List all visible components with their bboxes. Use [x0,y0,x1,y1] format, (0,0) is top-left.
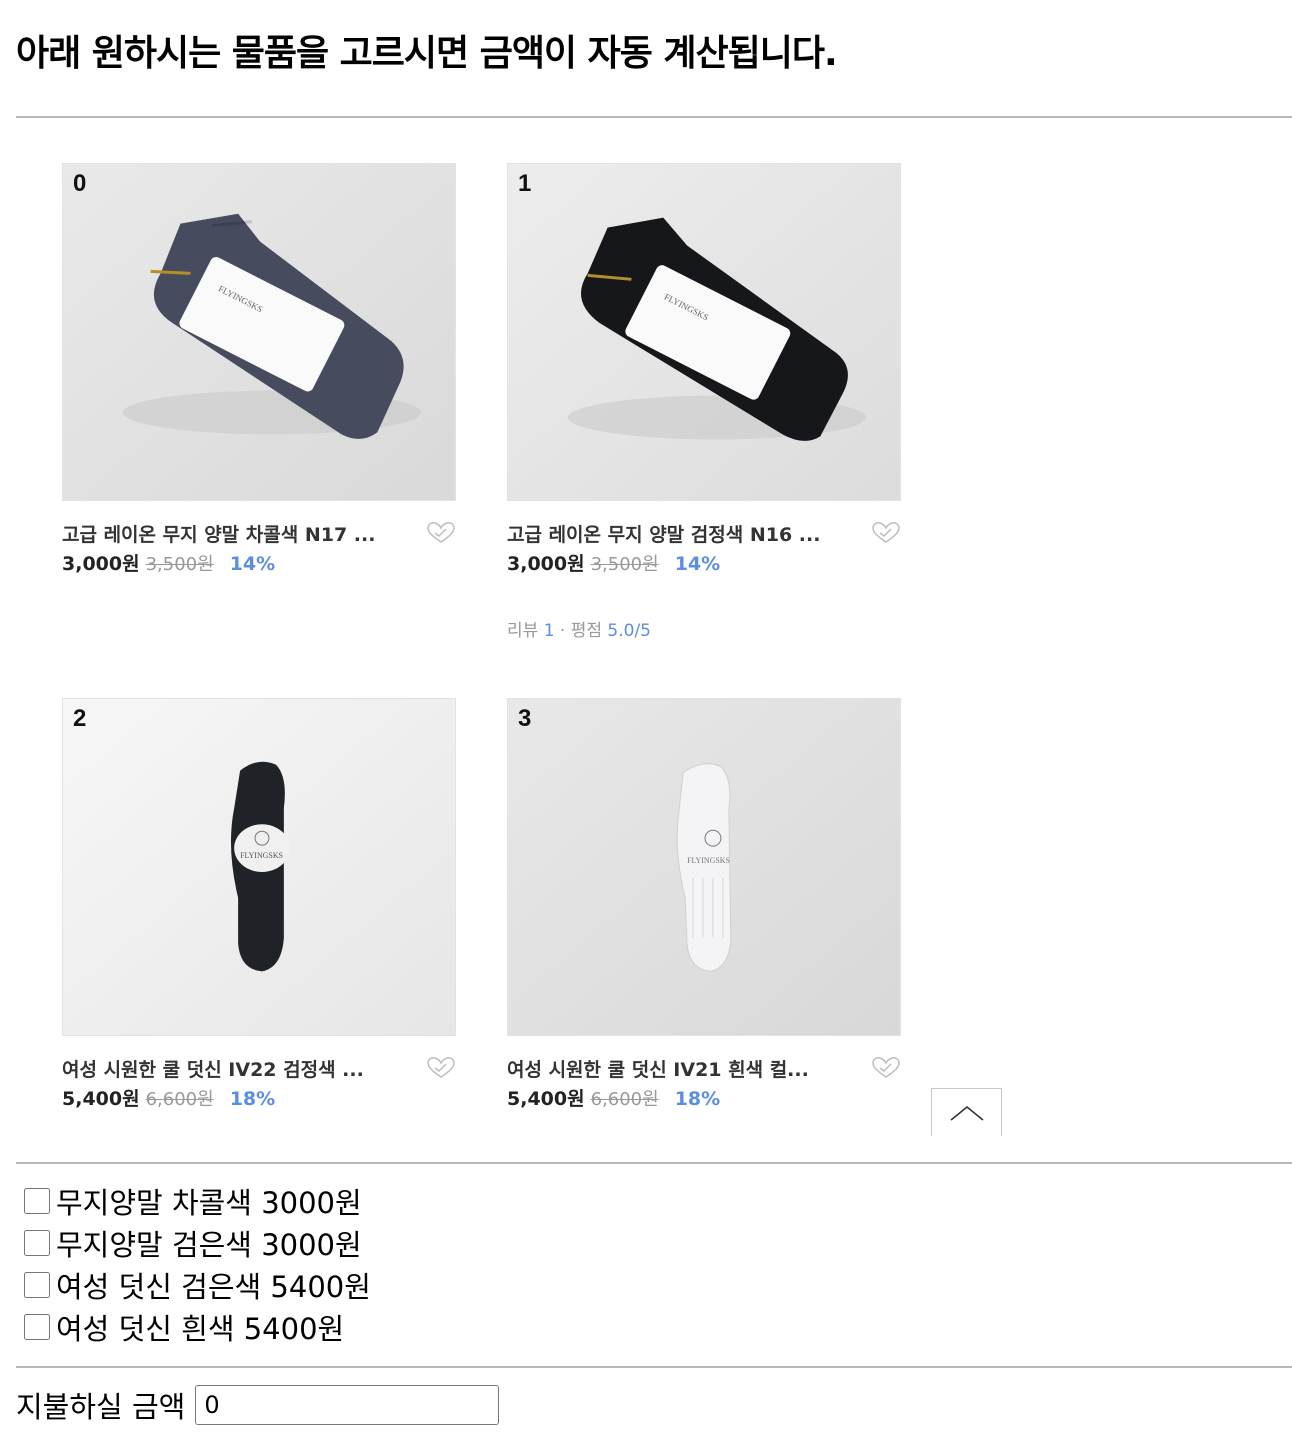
option-item[interactable]: 여성 덧신 흰색 5400원 [22,1306,371,1348]
page-title: 아래 원하시는 물품을 고르시면 금액이 자동 계산됩니다. [16,33,838,74]
product-image[interactable]: FLYINGSKS 3 [507,698,901,1036]
product-image[interactable]: FLYINGSKS 2 [62,698,456,1036]
divider [16,116,1292,118]
product-name[interactable]: 고급 레이온 무지 양말 검정색 N16 ... [507,520,857,547]
product-price: 3,000원 [62,553,140,575]
option-label: 무지양말 검은색 3000원 [56,1228,362,1262]
product-card[interactable]: FLYINGSKS 2 여성 시원한 쿨 덧신 IV22 검정색 ... 5,4… [62,698,456,1111]
heart-icon[interactable] [426,521,456,545]
heart-icon[interactable] [426,1056,456,1080]
product-image[interactable]: FLYINGSKS 1 [507,163,901,501]
svg-text:FLYINGSKS: FLYINGSKS [687,856,730,865]
product-price: 5,400원 [507,1088,585,1110]
product-discount: 18% [674,1088,721,1110]
product-index: 2 [73,705,87,732]
product-discount: 18% [229,1088,276,1110]
review-separator: · [559,621,566,641]
product-card[interactable]: FLYINGSKS 0 고급 레이온 무지 양말 차콜색 N17 ... 3,0… [62,163,456,576]
option-label: 여성 덧신 검은색 5400원 [56,1270,371,1304]
option-label: 여성 덧신 흰색 5400원 [56,1312,345,1346]
option-item[interactable]: 무지양말 차콜색 3000원 [22,1180,371,1222]
option-item[interactable]: 무지양말 검은색 3000원 [22,1222,371,1264]
product-name[interactable]: 여성 시원한 쿨 덧신 IV22 검정색 ... [62,1055,412,1082]
review-label: 리뷰 [507,621,539,641]
chevron-up-icon [949,1105,984,1121]
product-discount: 14% [229,553,276,575]
divider [16,1162,1292,1164]
divider [16,1366,1292,1368]
review-summary[interactable]: 리뷰 1 · 평점 5.0/5 [507,616,651,641]
product-original-price: 3,500원 [590,554,659,575]
sock-image: FLYINGSKS [508,699,900,1035]
rating-value: 5.0/5 [607,621,652,641]
product-original-price: 3,500원 [145,554,214,575]
sock-image: FLYINGSKS [508,164,900,500]
product-original-price: 6,600원 [145,1089,214,1110]
option-label: 무지양말 차콜색 3000원 [56,1186,362,1220]
product-image[interactable]: FLYINGSKS 0 [62,163,456,501]
option-checkbox[interactable] [24,1188,50,1214]
product-price: 5,400원 [62,1088,140,1110]
product-name[interactable]: 여성 시원한 쿨 덧신 IV21 흰색 컬... [507,1055,857,1082]
heart-icon[interactable] [871,521,901,545]
scroll-top-button[interactable] [931,1088,1002,1136]
total-amount-field[interactable] [195,1385,500,1425]
rating-label: 평점 [570,621,603,641]
heart-icon[interactable] [871,1056,901,1080]
product-options: 무지양말 차콜색 3000원 무지양말 검은색 3000원 여성 덧신 검은색 … [22,1180,371,1348]
total-label: 지불하실 금액 [16,1390,186,1424]
product-name[interactable]: 고급 레이온 무지 양말 차콜색 N17 ... [62,520,412,547]
product-index: 3 [518,705,532,732]
product-card[interactable]: FLYINGSKS 3 여성 시원한 쿨 덧신 IV21 흰색 컬... 5,4… [507,698,901,1111]
option-checkbox[interactable] [24,1230,50,1256]
sock-image: FLYINGSKS [63,699,455,1035]
sock-image: FLYINGSKS [63,164,455,500]
product-index: 0 [73,170,87,197]
product-discount: 14% [674,553,721,575]
option-item[interactable]: 여성 덧신 검은색 5400원 [22,1264,371,1306]
option-checkbox[interactable] [24,1314,50,1340]
option-checkbox[interactable] [24,1272,50,1298]
product-price: 3,000원 [507,553,585,575]
product-card[interactable]: FLYINGSKS 1 고급 레이온 무지 양말 검정색 N16 ... 3,0… [507,163,901,576]
svg-text:FLYINGSKS: FLYINGSKS [240,851,283,860]
review-count: 1 [543,621,555,641]
product-original-price: 6,600원 [590,1089,659,1110]
product-index: 1 [518,170,532,197]
total-amount: 지불하실 금액 [16,1384,500,1426]
